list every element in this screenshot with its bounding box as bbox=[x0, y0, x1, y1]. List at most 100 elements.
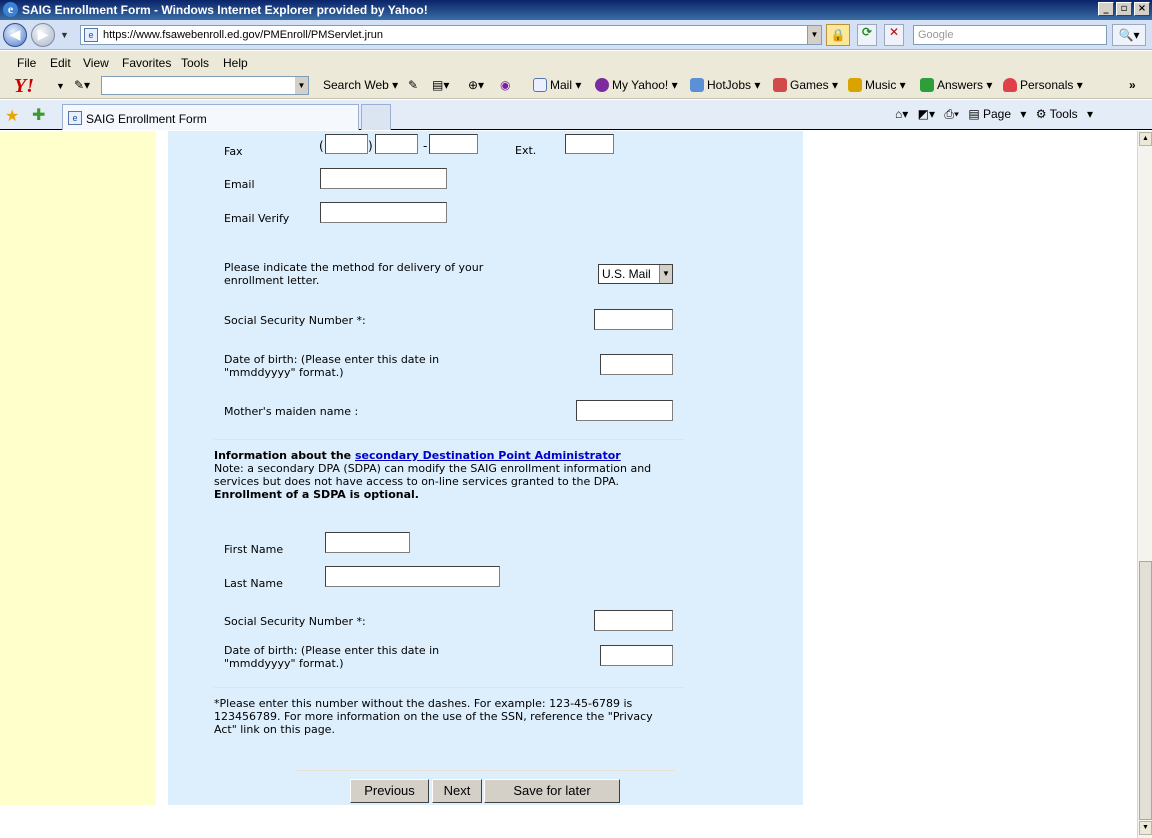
tab-saig-enrollment[interactable]: e SAIG Enrollment Form bbox=[62, 104, 359, 130]
close-window-button[interactable]: × bbox=[1134, 2, 1150, 16]
fax-number-input[interactable] bbox=[429, 134, 478, 154]
tools-menu-label: Tools bbox=[1049, 107, 1078, 121]
save-for-later-button[interactable]: Save for later bbox=[484, 779, 620, 803]
music-label: Music bbox=[865, 78, 897, 92]
scroll-thumb[interactable] bbox=[1139, 561, 1152, 820]
stop-button[interactable]: ✕ bbox=[884, 24, 904, 46]
music-button[interactable]: Music ▾ bbox=[848, 78, 906, 92]
answers-button[interactable]: Answers ▾ bbox=[920, 78, 992, 92]
dob-input[interactable] bbox=[600, 354, 673, 375]
chevron-down-icon[interactable]: ▼ bbox=[659, 265, 672, 283]
ssn-input[interactable] bbox=[594, 309, 673, 330]
search-web-button[interactable]: Search Web ▾ bbox=[323, 78, 398, 92]
fax-ext-input[interactable] bbox=[565, 134, 614, 154]
hotjobs-button[interactable]: HotJobs ▾ bbox=[690, 78, 760, 92]
footnote-line2: 123456789. For more information on the u… bbox=[214, 710, 653, 723]
maximize-button[interactable]: ▫ bbox=[1116, 2, 1132, 16]
my-yahoo-button[interactable]: My Yahoo! ▾ bbox=[595, 78, 678, 92]
history-dropdown-icon[interactable]: ▼ bbox=[60, 30, 69, 40]
page-menu-button[interactable]: ▤ Page ▾ bbox=[968, 107, 1026, 121]
forward-button[interactable]: ▶ bbox=[31, 23, 55, 47]
pencil-icon[interactable]: ✎▾ bbox=[74, 78, 90, 92]
antispy-icon[interactable]: ◉ bbox=[500, 78, 510, 92]
feeds-icon[interactable]: ◩▾ bbox=[918, 107, 935, 121]
menu-view[interactable]: View bbox=[83, 56, 109, 70]
tab-row: ★ ✚ e SAIG Enrollment Form ⌂▾ ◩▾ ⎙▾ ▤ Pa… bbox=[0, 100, 1152, 130]
scroll-up-icon[interactable]: ▲ bbox=[1139, 132, 1152, 146]
yahoo-logo-icon[interactable]: Y! bbox=[14, 75, 34, 98]
dob-label-line1: Date of birth: (Please enter this date i… bbox=[224, 353, 440, 366]
maiden-name-label: Mother's maiden name : bbox=[224, 405, 359, 418]
sdpa-heading-prefix: Information about the bbox=[214, 449, 355, 462]
menu-edit[interactable]: Edit bbox=[50, 56, 71, 70]
yahoo-menu-dropdown-icon[interactable]: ▼ bbox=[56, 81, 65, 91]
highlight-icon[interactable]: ✎ bbox=[408, 78, 418, 92]
page-icon: e bbox=[84, 28, 98, 42]
email-verify-input[interactable] bbox=[320, 202, 447, 223]
delivery-method-select[interactable]: U.S. Mail ▼ bbox=[598, 264, 673, 284]
fax-dash: - bbox=[423, 139, 428, 153]
command-bar: ⌂▾ ◩▾ ⎙▾ ▤ Page ▾ ⚙ Tools ▾ bbox=[895, 107, 1099, 122]
lock-icon[interactable]: 🔒 bbox=[826, 24, 850, 46]
globe-icon[interactable]: ⊕▾ bbox=[468, 78, 484, 92]
button-divider bbox=[295, 770, 675, 771]
menu-favorites[interactable]: Favorites bbox=[122, 56, 171, 70]
email-input[interactable] bbox=[320, 168, 447, 189]
games-button[interactable]: Games ▾ bbox=[773, 78, 838, 92]
add-favorite-icon[interactable]: ✚ bbox=[32, 105, 45, 125]
section-divider bbox=[214, 439, 684, 440]
games-label: Games bbox=[790, 78, 829, 92]
my-yahoo-label: My Yahoo! bbox=[612, 78, 669, 92]
maiden-name-input[interactable] bbox=[576, 400, 673, 421]
delivery-label-line1: Please indicate the method for delivery … bbox=[224, 261, 484, 274]
tab-page-icon: e bbox=[68, 111, 82, 125]
favorites-star-icon[interactable]: ★ bbox=[5, 106, 19, 126]
fax-open-paren: ( bbox=[319, 139, 324, 153]
print-icon[interactable]: ⎙▾ bbox=[944, 107, 959, 121]
mail-icon bbox=[533, 78, 547, 92]
sdpa-heading: Information about the secondary Destinat… bbox=[214, 449, 621, 462]
minimize-button[interactable]: _ bbox=[1098, 2, 1114, 16]
sdpa-first-name-label: First Name bbox=[224, 543, 284, 556]
menu-file[interactable]: File bbox=[17, 56, 36, 70]
vertical-scrollbar[interactable]: ▲ ▼ bbox=[1137, 131, 1152, 838]
answers-icon bbox=[920, 78, 934, 92]
back-button[interactable]: ◀ bbox=[3, 23, 27, 47]
title-bar: e SAIG Enrollment Form - Windows Interne… bbox=[0, 0, 1152, 20]
sdpa-optional-note: Enrollment of a SDPA is optional. bbox=[214, 488, 419, 501]
address-url[interactable]: https://www.fsawebenroll.ed.gov/PMEnroll… bbox=[103, 29, 383, 41]
sdpa-first-name-input[interactable] bbox=[325, 532, 410, 553]
delivery-method-value: U.S. Mail bbox=[602, 267, 651, 281]
search-input[interactable]: Google bbox=[913, 25, 1107, 45]
heart-icon bbox=[1003, 78, 1017, 92]
address-bar[interactable]: e https://www.fsawebenroll.ed.gov/PMEnro… bbox=[80, 25, 822, 45]
fax-area-code-input[interactable] bbox=[325, 134, 368, 154]
menu-help[interactable]: Help bbox=[223, 56, 248, 70]
mail-button[interactable]: Mail ▾ bbox=[533, 78, 581, 92]
tools-menu-button[interactable]: ⚙ Tools ▾ bbox=[1036, 107, 1093, 121]
personals-button[interactable]: Personals ▾ bbox=[1003, 78, 1083, 92]
page-menu-label: Page bbox=[983, 107, 1012, 121]
search-web-label: Search Web bbox=[323, 78, 389, 92]
form-fill-icon[interactable]: ▤▾ bbox=[432, 78, 449, 92]
refresh-button[interactable]: ⟳ bbox=[857, 24, 877, 46]
home-icon[interactable]: ⌂▾ bbox=[895, 107, 908, 121]
menu-tools[interactable]: Tools bbox=[181, 56, 209, 70]
sdpa-link[interactable]: secondary Destination Point Administrato… bbox=[355, 449, 621, 462]
address-row: ◀ ▶ ▼ e https://www.fsawebenroll.ed.gov/… bbox=[0, 20, 1152, 50]
address-dropdown-icon[interactable]: ▼ bbox=[807, 26, 821, 44]
new-tab-button[interactable] bbox=[361, 104, 391, 130]
search-go-button[interactable]: 🔍▾ bbox=[1112, 24, 1146, 46]
sdpa-ssn-input[interactable] bbox=[594, 610, 673, 631]
sdpa-last-name-input[interactable] bbox=[325, 566, 500, 587]
yahoo-search-input[interactable]: ▼ bbox=[101, 76, 309, 95]
next-button[interactable]: Next bbox=[432, 779, 482, 803]
scroll-down-icon[interactable]: ▼ bbox=[1139, 821, 1152, 835]
sdpa-note-line2: services but does not have access to on-… bbox=[214, 475, 619, 488]
fax-prefix-input[interactable] bbox=[375, 134, 418, 154]
more-chevron-icon[interactable]: » bbox=[1129, 78, 1136, 92]
previous-button[interactable]: Previous bbox=[350, 779, 429, 803]
footnote-line1: *Please enter this number without the da… bbox=[214, 697, 633, 710]
sdpa-dob-input[interactable] bbox=[600, 645, 673, 666]
yahoo-search-dropdown-icon[interactable]: ▼ bbox=[295, 77, 308, 94]
